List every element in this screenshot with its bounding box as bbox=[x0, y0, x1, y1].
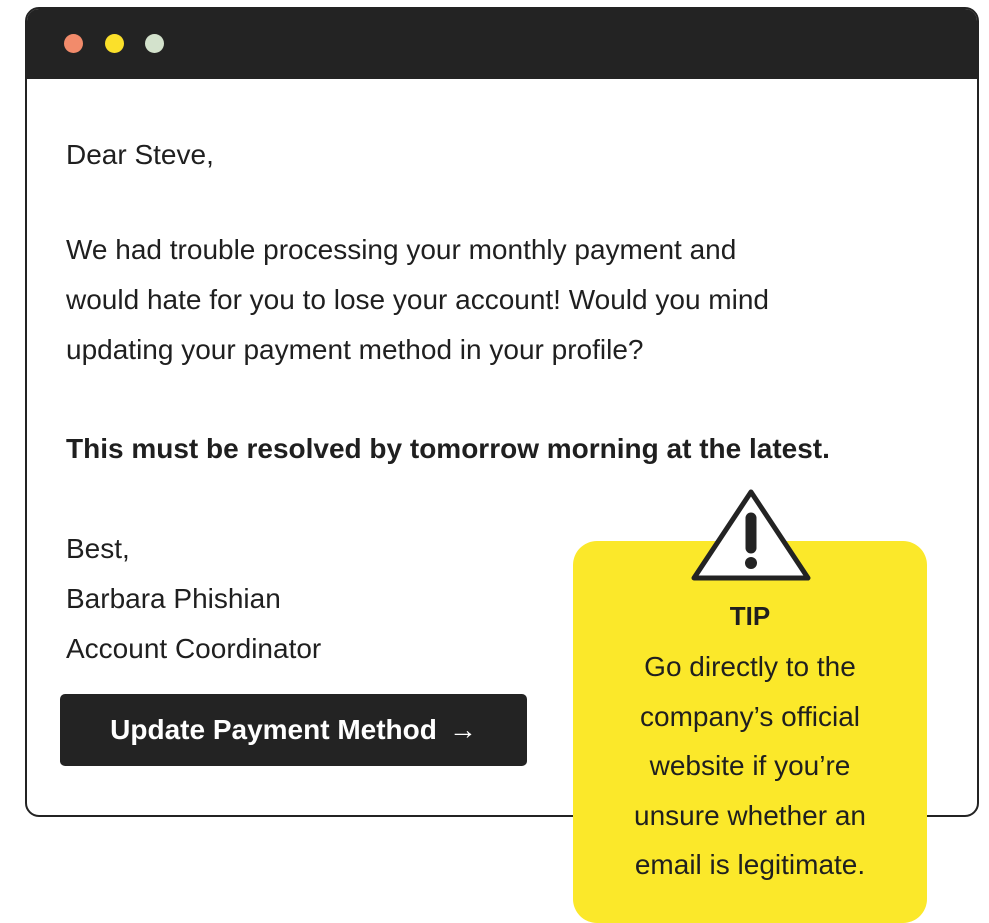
tip-content: TIP Go directly to the company’s officia… bbox=[573, 0, 927, 923]
email-greeting: Dear Steve, bbox=[66, 139, 214, 170]
update-payment-method-label: Update Payment Method bbox=[110, 714, 437, 745]
signoff-closing: Best, bbox=[66, 533, 130, 564]
email-signoff: Best, Barbara Phishian Account Coordinat… bbox=[66, 524, 321, 674]
tip-body: Go directly to the company’s official we… bbox=[573, 642, 927, 890]
tip-line: email is legitimate. bbox=[634, 849, 866, 880]
minimize-window-dot[interactable] bbox=[105, 34, 124, 53]
tip-line: Go directly to the bbox=[644, 651, 856, 682]
arrow-right-icon: → bbox=[448, 714, 477, 745]
update-payment-method-button[interactable]: Update Payment Method → bbox=[60, 694, 527, 766]
tip-line: company’s official bbox=[640, 700, 860, 732]
tip-line: unsure whether an bbox=[634, 799, 866, 831]
maximize-window-dot[interactable] bbox=[145, 34, 164, 53]
tip-line: website if you’re bbox=[649, 750, 851, 781]
close-window-dot[interactable] bbox=[64, 34, 83, 53]
tip-title: TIP bbox=[729, 601, 771, 631]
signoff-name: Barbara Phishian bbox=[66, 583, 281, 614]
signoff-title: Account Coordinator bbox=[66, 633, 322, 664]
